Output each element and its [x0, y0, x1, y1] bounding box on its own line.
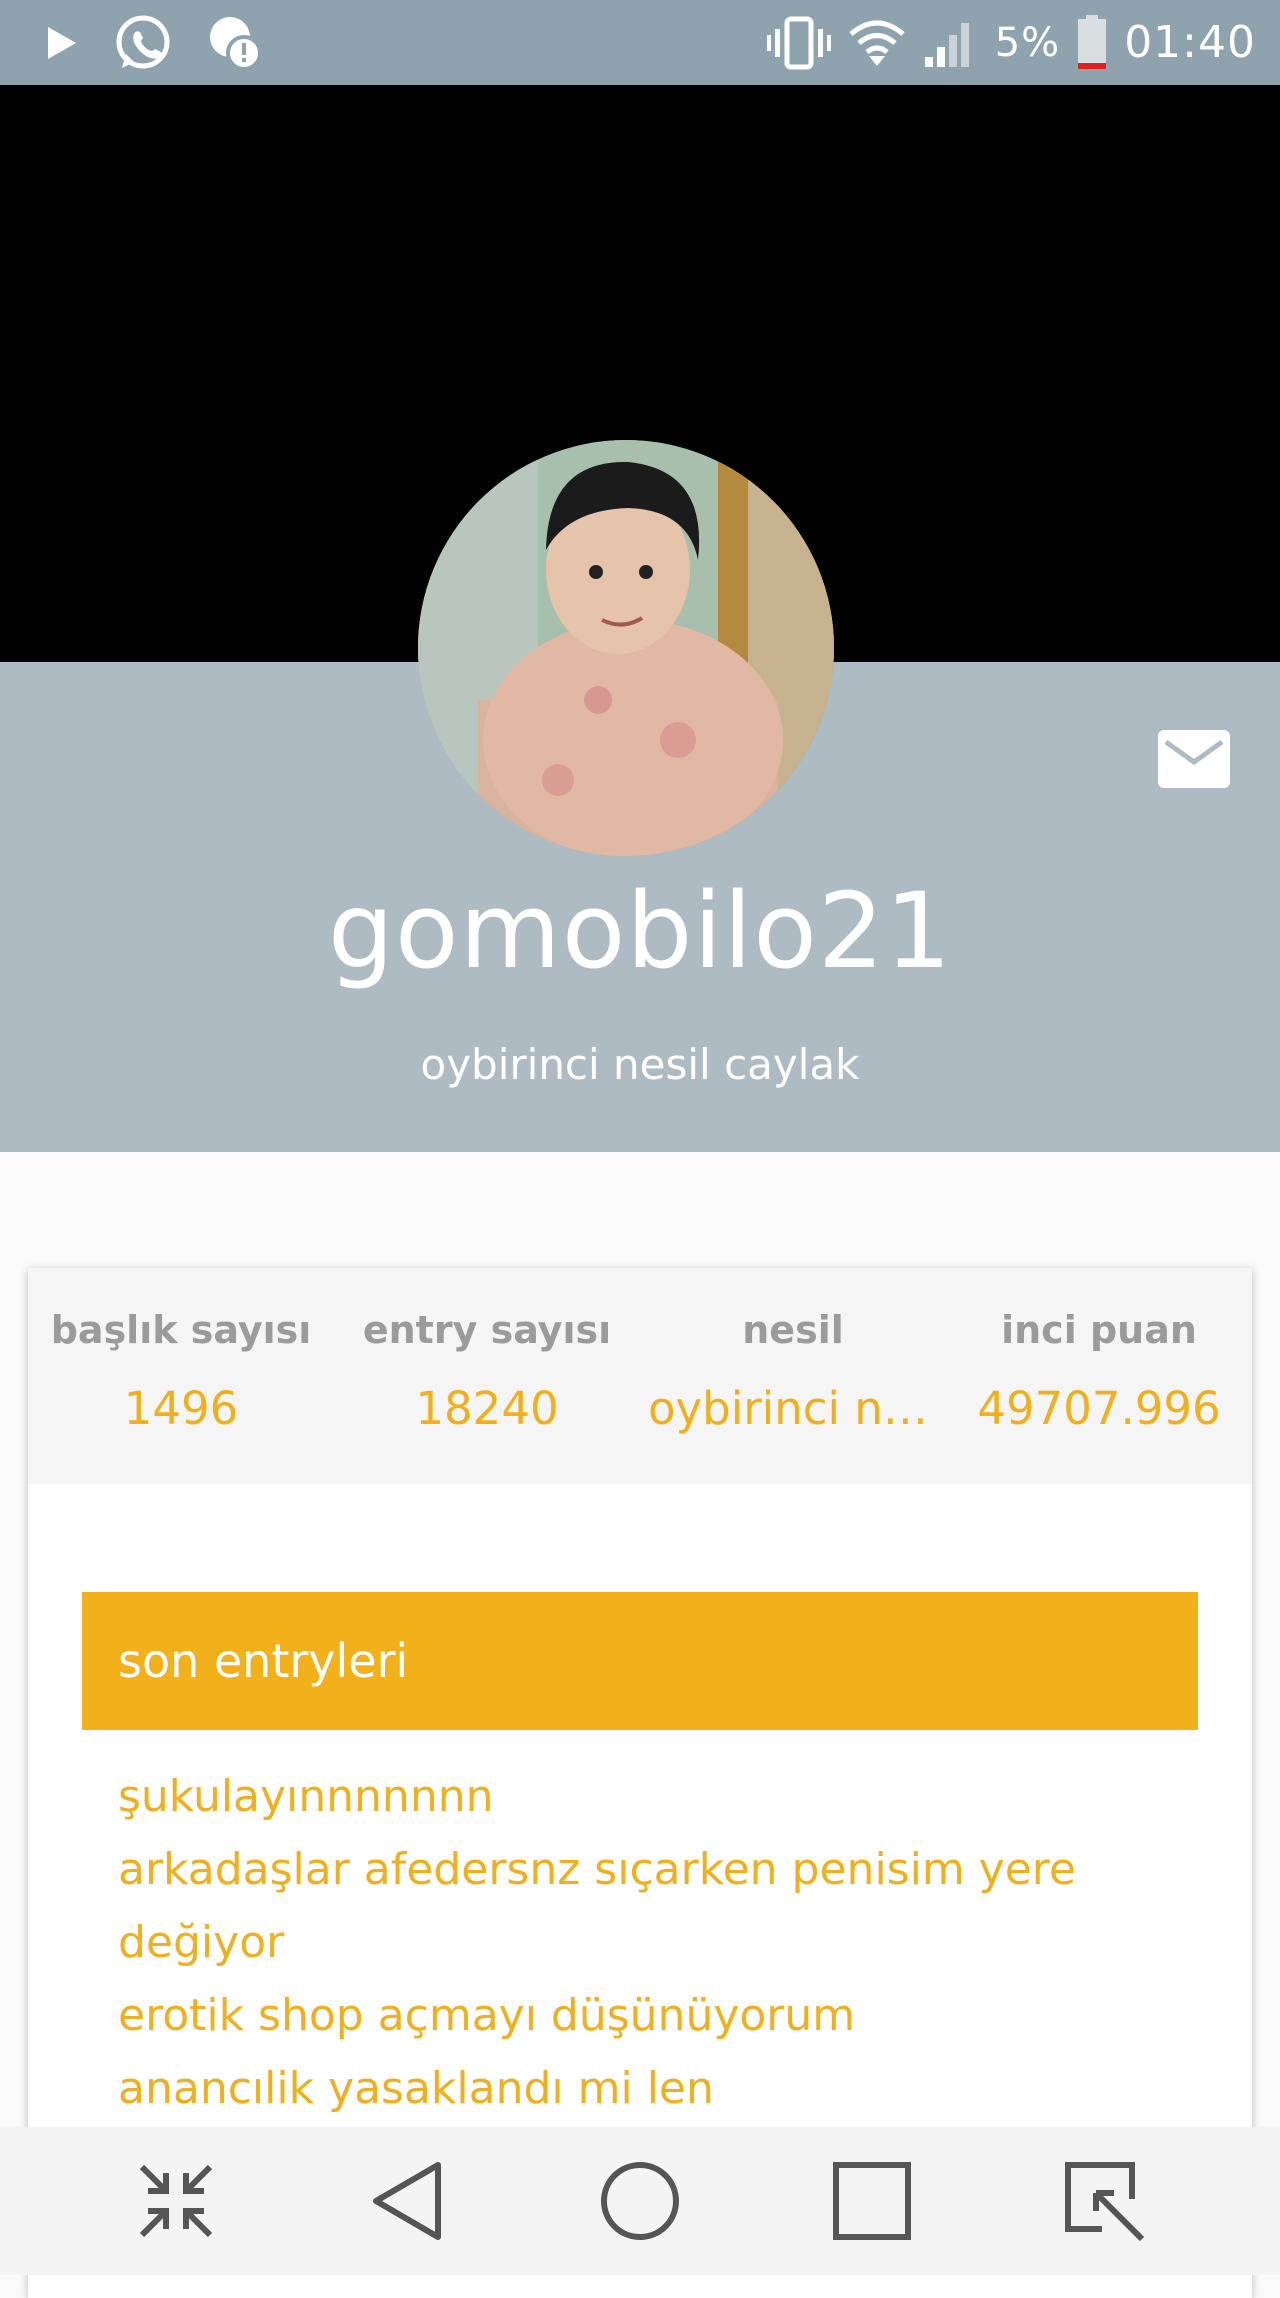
section-title: son entryleri: [118, 1634, 409, 1688]
status-right-icons: 5% 01:40: [766, 14, 1256, 71]
recent-entries-list: şukulayınnnnnnn arkadaşlar afedersnz sıç…: [118, 1760, 1178, 2125]
stat-value: 1496: [123, 1382, 239, 1435]
vibrate-icon: [766, 16, 831, 69]
stats-row: başlık sayısı 1496 entry sayısı 18240 ne…: [28, 1268, 1252, 1484]
stat-generation[interactable]: nesil oybirinci nesi…: [640, 1308, 946, 1484]
play-icon: [48, 26, 76, 59]
avatar-photo: [418, 440, 834, 856]
stat-inci-points[interactable]: inci puan 49707.996: [946, 1308, 1252, 1484]
entry-link[interactable]: anancılik yasaklandı mi len: [118, 2052, 1178, 2125]
navigation-bar: [0, 2127, 1280, 2275]
entry-link[interactable]: şukulayınnnnnnn: [118, 1760, 1178, 1833]
avatar[interactable]: [418, 440, 834, 856]
entry-link[interactable]: erotik shop açmayı düşünüyorum: [118, 1979, 1178, 2052]
recent-entries-header: son entryleri: [82, 1592, 1198, 1730]
wifi-icon: [849, 20, 905, 66]
generation-subtitle: oybirinci nesil caylak: [420, 1040, 860, 1089]
home-icon: [601, 2162, 679, 2240]
entry-link[interactable]: arkadaşlar afedersnz sıçarken penisim ye…: [118, 1833, 1178, 1979]
stat-value: 49707.996: [977, 1382, 1221, 1435]
battery-percent: 5%: [994, 19, 1061, 66]
stat-value: 18240: [415, 1382, 559, 1435]
battery-icon: [1078, 14, 1107, 69]
stat-value: oybirinci nesi…: [648, 1382, 946, 1435]
back-icon: [373, 2162, 441, 2240]
recents-button[interactable]: [817, 2146, 927, 2256]
stat-label: başlık sayısı: [50, 1308, 312, 1352]
mail-icon: [1164, 739, 1224, 766]
stat-label: nesil: [742, 1308, 844, 1352]
status-left-icons: [44, 13, 266, 73]
recents-icon: [833, 2162, 911, 2240]
signal-icon: [924, 22, 969, 67]
stat-entry-count[interactable]: entry sayısı 18240: [334, 1308, 640, 1484]
back-button[interactable]: [353, 2146, 463, 2256]
edit-button[interactable]: [1049, 2146, 1159, 2256]
message-button[interactable]: [1158, 730, 1230, 788]
stat-label: entry sayısı: [362, 1308, 612, 1352]
whatsapp-icon: [116, 15, 170, 68]
stat-topic-count[interactable]: başlık sayısı 1496: [28, 1308, 334, 1484]
collapse-button[interactable]: [121, 2146, 231, 2256]
edit-icon: [1065, 2162, 1145, 2242]
collapse-icon: [139, 2164, 213, 2238]
status-bar: 5% 01:40: [0, 0, 1280, 85]
stat-label: inci puan: [1001, 1308, 1197, 1352]
home-button[interactable]: [585, 2146, 695, 2256]
clock: 01:40: [1124, 17, 1256, 68]
username: gomobilo21: [327, 870, 953, 992]
notification-alert-icon: [210, 16, 262, 71]
